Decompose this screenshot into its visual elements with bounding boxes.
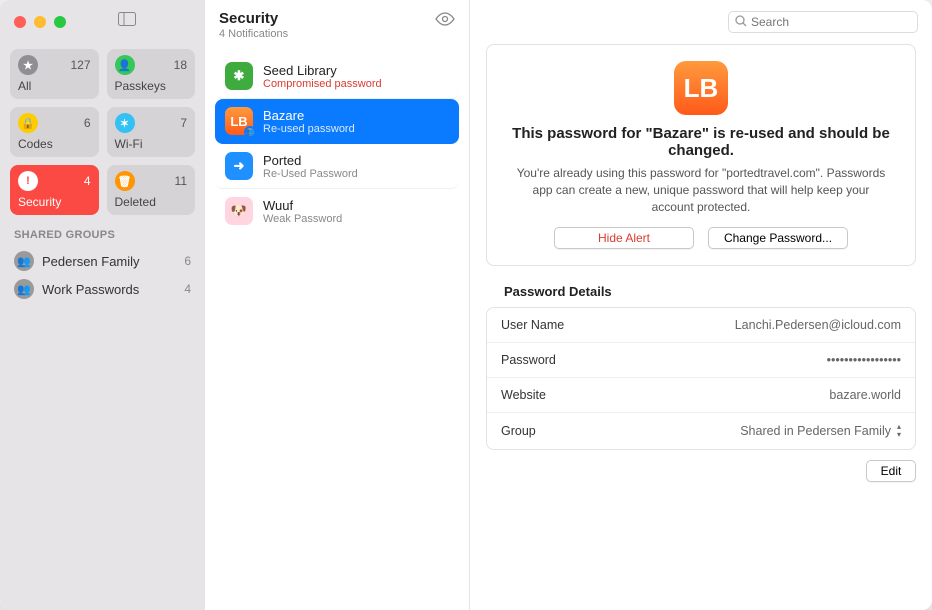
row-key: Website [501, 388, 546, 402]
category-passkeys[interactable]: 👤 18 Passkeys [107, 49, 196, 99]
sidebar: ★127 All 👤18 Passkeys 🔒6 Codes ✶7 Wi-Fi … [0, 0, 205, 610]
row-value: bazare.world [829, 388, 901, 402]
row-value: Lanchi.Pedersen@icloud.com [735, 318, 901, 332]
security-alert-card: LB This password for "Bazare" is re-used… [486, 44, 916, 266]
category-label: Security [18, 195, 91, 209]
row-website[interactable]: Website bazare.world [487, 377, 915, 412]
category-count: 7 [180, 116, 187, 130]
category-count: 4 [84, 174, 91, 188]
group-popup[interactable]: Shared in Pedersen Family ▴▾ [740, 423, 901, 439]
category-label: All [18, 79, 91, 93]
item-subtitle: Weak Password [263, 213, 342, 225]
category-label: Passkeys [115, 79, 188, 93]
notification-list: ✱ Seed Library Compromised password LB 👥… [205, 46, 469, 241]
edit-row: Edit [486, 460, 916, 482]
shared-badge-icon: 👥 [244, 126, 256, 138]
minimize-window-button[interactable] [34, 16, 46, 28]
column-title: Security [219, 10, 288, 27]
notification-list-column: Security 4 Notifications ✱ Seed Library … [205, 0, 470, 610]
category-label: Codes [18, 137, 91, 151]
category-label: Deleted [115, 195, 188, 209]
list-item-bazare[interactable]: LB 👥 Bazare Re-used password [215, 99, 459, 144]
close-window-button[interactable] [14, 16, 26, 28]
app-icon: ➜ [225, 152, 253, 180]
category-label: Wi-Fi [115, 137, 188, 151]
row-key: User Name [501, 318, 564, 332]
app-icon-large: LB [674, 61, 728, 115]
alert-title: This password for "Bazare" is re-used an… [505, 125, 897, 159]
search-icon [735, 15, 747, 30]
category-count: 6 [84, 116, 91, 130]
app-icon: ✱ [225, 62, 253, 90]
list-item-ported[interactable]: ➜ Ported Re-Used Password [215, 144, 459, 189]
app-icon: LB 👥 [225, 107, 253, 135]
app-glyph: LB [230, 114, 247, 129]
group-work-passwords[interactable]: 👥 Work Passwords 4 [10, 275, 195, 303]
toolbar [470, 0, 932, 44]
row-username[interactable]: User Name Lanchi.Pedersen@icloud.com [487, 308, 915, 342]
edit-button[interactable]: Edit [866, 460, 916, 482]
category-codes[interactable]: 🔒 6 Codes [10, 107, 99, 157]
wifi-icon: ✶ [115, 113, 135, 133]
search-field[interactable] [728, 11, 918, 33]
app-icon: 🐶 [225, 197, 253, 225]
item-name: Wuuf [263, 198, 342, 213]
category-count: 18 [174, 58, 187, 72]
lock-icon: 🔒 [18, 113, 38, 133]
zoom-window-button[interactable] [54, 16, 66, 28]
group-name: Pedersen Family [42, 254, 176, 269]
group-count: 4 [184, 282, 191, 296]
trash-icon: 🗑 [115, 171, 135, 191]
alert-buttons: Hide Alert Change Password... [505, 227, 897, 249]
toggle-sidebar-icon[interactable] [118, 12, 136, 31]
row-group[interactable]: Group Shared in Pedersen Family ▴▾ [487, 412, 915, 449]
popup-arrows-icon: ▴▾ [897, 423, 901, 439]
detail-scroll: LB This password for "Bazare" is re-used… [470, 44, 932, 498]
category-count: 11 [175, 174, 187, 188]
column-subtitle: 4 Notifications [219, 28, 288, 40]
category-all[interactable]: ★ 127 All [10, 49, 99, 99]
people-icon: 👥 [14, 279, 34, 299]
passwords-window: ★127 All 👤18 Passkeys 🔒6 Codes ✶7 Wi-Fi … [0, 0, 932, 610]
window-controls [10, 8, 195, 35]
key-icon: 👤 [115, 55, 135, 75]
category-count: 127 [70, 58, 90, 72]
item-subtitle: Re-Used Password [263, 168, 358, 180]
search-input[interactable] [751, 15, 911, 29]
alert-body: You're already using this password for "… [511, 165, 891, 215]
list-header: Security 4 Notifications [205, 0, 469, 46]
alert-icon: ! [18, 171, 38, 191]
item-name: Bazare [263, 108, 355, 123]
row-key: Group [501, 424, 536, 438]
people-icon: 👥 [14, 251, 34, 271]
group-name: Work Passwords [42, 282, 176, 297]
change-password-button[interactable]: Change Password... [708, 227, 848, 249]
star-icon: ★ [18, 55, 38, 75]
hide-alert-button[interactable]: Hide Alert [554, 227, 694, 249]
password-details-table: User Name Lanchi.Pedersen@icloud.com Pas… [486, 307, 916, 450]
list-item-seed-library[interactable]: ✱ Seed Library Compromised password [215, 54, 459, 99]
item-name: Seed Library [263, 63, 382, 78]
eye-icon[interactable] [435, 12, 455, 31]
shared-groups-header: SHARED GROUPS [14, 229, 191, 241]
category-wifi[interactable]: ✶ 7 Wi-Fi [107, 107, 196, 157]
item-subtitle: Re-used password [263, 123, 355, 135]
row-value: Shared in Pedersen Family [740, 424, 891, 438]
row-password[interactable]: Password ••••••••••••••••• [487, 342, 915, 377]
password-details-header: Password Details [504, 284, 912, 299]
row-value: ••••••••••••••••• [827, 353, 901, 367]
detail-pane: LB This password for "Bazare" is re-used… [470, 0, 932, 610]
group-pedersen-family[interactable]: 👥 Pedersen Family 6 [10, 247, 195, 275]
item-subtitle: Compromised password [263, 78, 382, 90]
group-count: 6 [184, 254, 191, 268]
item-name: Ported [263, 153, 358, 168]
category-deleted[interactable]: 🗑 11 Deleted [107, 165, 196, 215]
category-security[interactable]: ! 4 Security [10, 165, 99, 215]
list-item-wuuf[interactable]: 🐶 Wuuf Weak Password [215, 189, 459, 233]
row-key: Password [501, 353, 556, 367]
category-grid: ★127 All 👤18 Passkeys 🔒6 Codes ✶7 Wi-Fi … [10, 49, 195, 215]
